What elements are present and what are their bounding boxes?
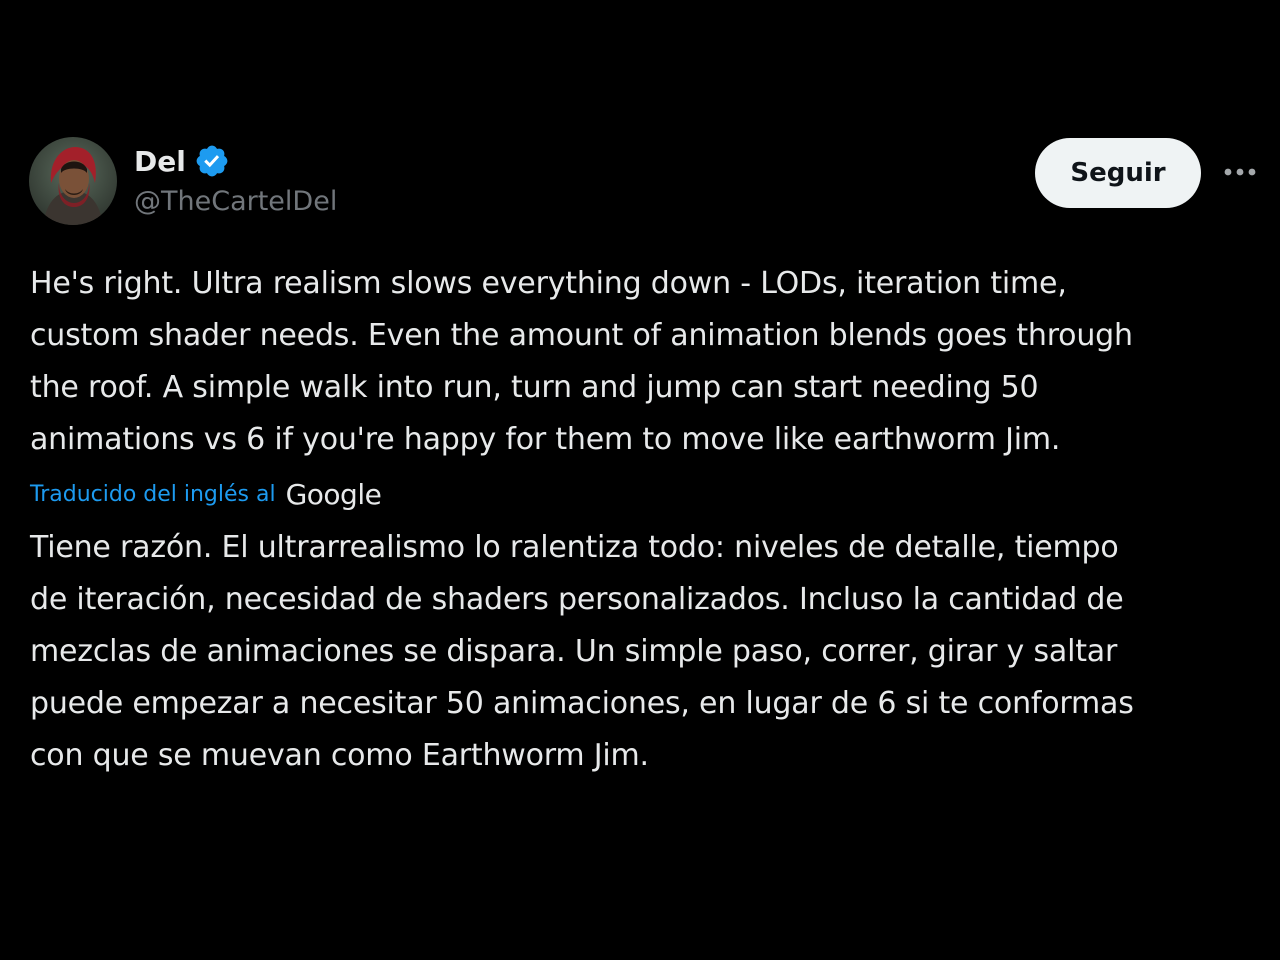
translated-from-label[interactable]: Traducido del inglés al	[30, 482, 276, 507]
author-name-row: Del	[134, 141, 230, 181]
avatar[interactable]	[29, 137, 117, 225]
author-display-name[interactable]: Del	[134, 145, 186, 178]
tweet-card: Del @TheCartelDel Seguir He's right. Ult…	[0, 0, 1280, 960]
tweet-text: He's right. Ultra realism slows everythi…	[30, 266, 1133, 457]
more-horizontal-icon	[1224, 168, 1256, 176]
translation-attribution: Traducido del inglés al Google	[30, 474, 382, 514]
follow-button[interactable]: Seguir	[1035, 138, 1201, 208]
more-options-button[interactable]	[1218, 156, 1262, 188]
verified-badge-icon[interactable]	[194, 143, 230, 179]
avatar-image	[29, 137, 117, 225]
translated-tweet-text: Tiene razón. El ultrarrealismo lo ralent…	[30, 530, 1134, 773]
google-logo: Google	[285, 477, 382, 511]
author-handle[interactable]: @TheCartelDel	[134, 186, 337, 217]
